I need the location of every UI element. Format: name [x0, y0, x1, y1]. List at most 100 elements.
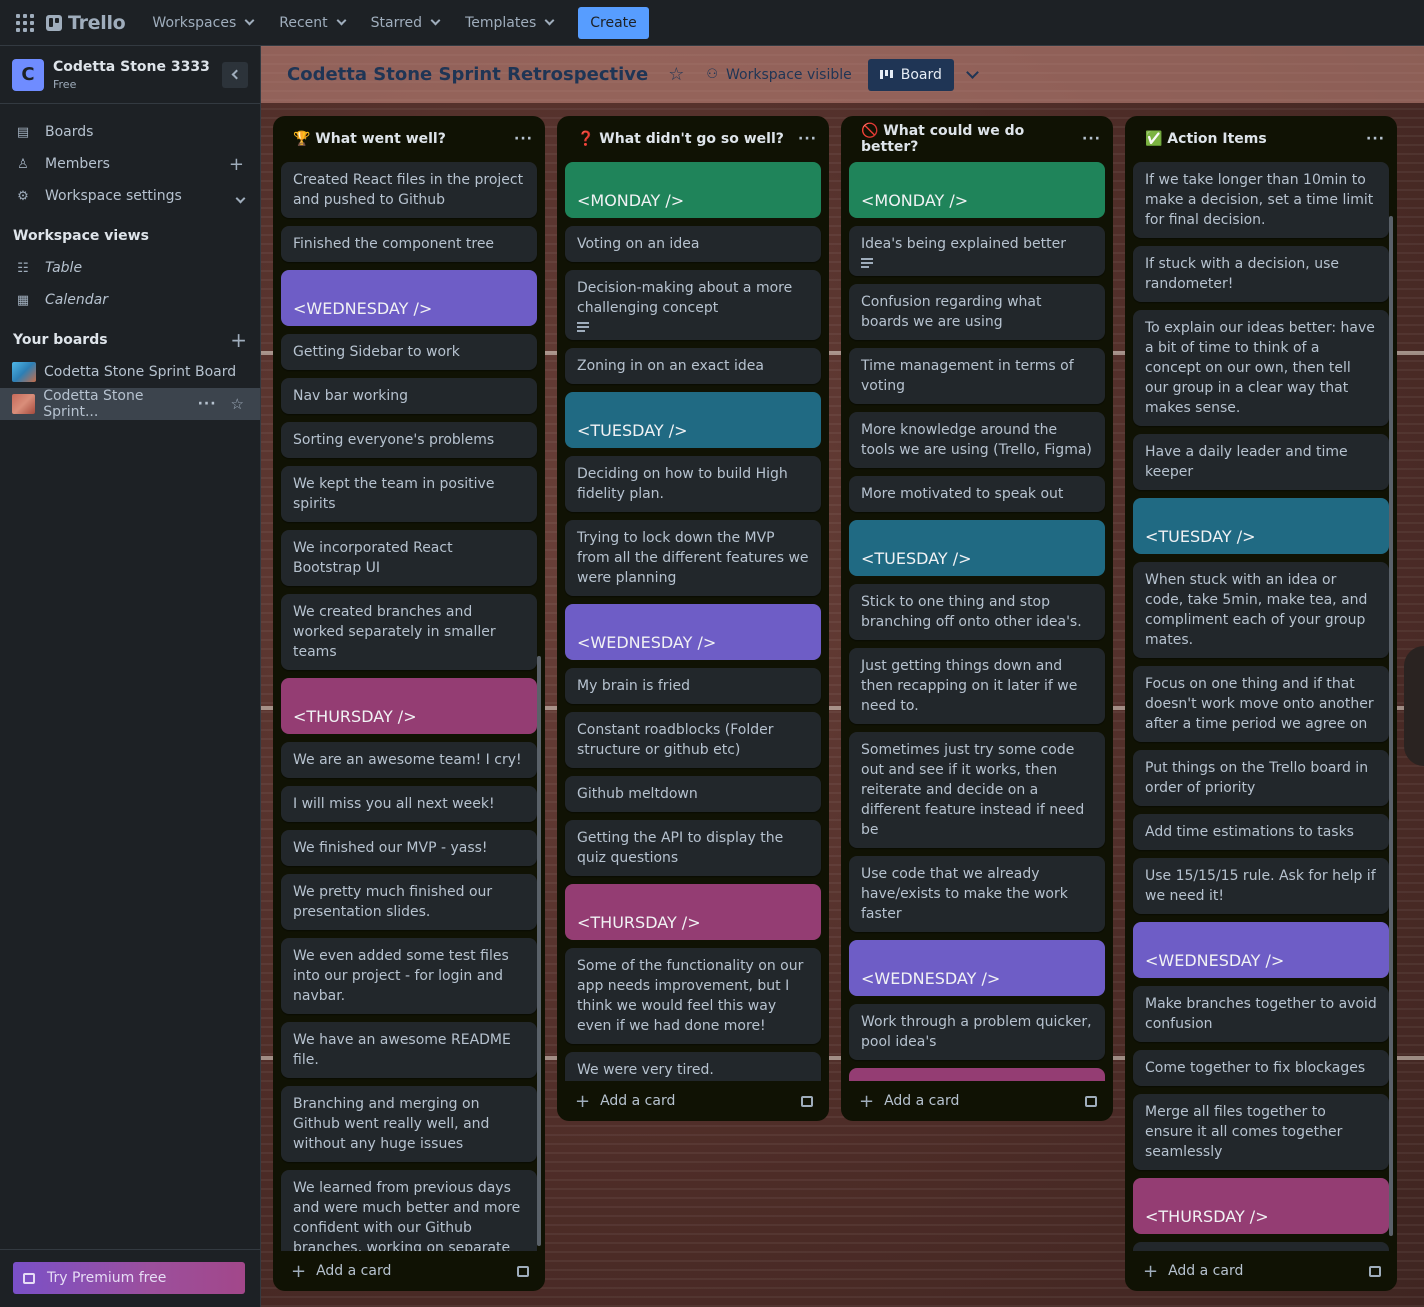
- list-header[interactable]: 🚫 What could we do better? ···: [841, 116, 1113, 162]
- day-separator-card[interactable]: <TUESDAY />: [849, 520, 1105, 576]
- nav-workspaces[interactable]: Workspaces: [143, 7, 262, 39]
- card[interactable]: Deciding on how to build High fidelity p…: [565, 456, 821, 512]
- sidebar-board-sprint-retro[interactable]: Codetta Stone Sprint... ··· ☆: [0, 388, 260, 420]
- card[interactable]: To explain our ideas better: have a bit …: [1133, 310, 1389, 426]
- card[interactable]: More knowledge around the tools we are u…: [849, 412, 1105, 468]
- day-separator-card[interactable]: <MONDAY />: [849, 162, 1105, 218]
- card[interactable]: Have a good day tomorrow and present our…: [1133, 1242, 1389, 1251]
- card-template-icon[interactable]: [1369, 1265, 1381, 1277]
- card[interactable]: Constant roadblocks (Folder structure or…: [565, 712, 821, 768]
- card[interactable]: We pretty much finished our presentation…: [281, 874, 537, 930]
- add-member-icon[interactable]: +: [229, 154, 244, 175]
- card[interactable]: We were very tired.: [565, 1052, 821, 1081]
- card[interactable]: We created branches and worked separatel…: [281, 594, 537, 670]
- list-menu-icon[interactable]: ···: [514, 131, 533, 147]
- card[interactable]: Trying to lock down the MVP from all the…: [565, 520, 821, 596]
- add-board-icon[interactable]: +: [230, 328, 247, 352]
- trello-logo[interactable]: Trello: [46, 12, 126, 34]
- workspace-avatar[interactable]: C: [12, 58, 44, 91]
- card[interactable]: Stick to one thing and stop branching of…: [849, 584, 1105, 640]
- day-separator-card[interactable]: <WEDNESDAY />: [565, 604, 821, 660]
- card[interactable]: More motivated to speak out: [849, 476, 1105, 512]
- card[interactable]: Add time estimations to tasks: [1133, 814, 1389, 850]
- card[interactable]: Have a daily leader and time keeper: [1133, 434, 1389, 490]
- card[interactable]: Nav bar working: [281, 378, 537, 414]
- card[interactable]: Branching and merging on Github went rea…: [281, 1086, 537, 1162]
- list-scrollbar[interactable]: [537, 656, 541, 1246]
- day-separator-card[interactable]: <MONDAY />: [565, 162, 821, 218]
- card[interactable]: Use 15/15/15 rule. Ask for help if we ne…: [1133, 858, 1389, 914]
- card-template-icon[interactable]: [801, 1095, 813, 1107]
- sidebar-item-workspace-settings[interactable]: ⚙ Workspace settings: [0, 180, 260, 212]
- card[interactable]: My brain is fried: [565, 668, 821, 704]
- card[interactable]: Idea's being explained better: [849, 226, 1105, 276]
- nav-templates[interactable]: Templates: [456, 7, 562, 39]
- card[interactable]: When stuck with an idea or code, take 5m…: [1133, 562, 1389, 658]
- day-separator-card[interactable]: <WEDNESDAY />: [281, 270, 537, 326]
- collapse-sidebar-button[interactable]: [222, 61, 248, 88]
- card[interactable]: We incorporated React Bootstrap UI: [281, 530, 537, 586]
- day-separator-card[interactable]: <THURSDAY />: [565, 884, 821, 940]
- card[interactable]: Put things on the Trello board in order …: [1133, 750, 1389, 806]
- card[interactable]: Work through a problem quicker, pool ide…: [849, 1004, 1105, 1060]
- star-board-icon[interactable]: ☆: [668, 64, 684, 85]
- card[interactable]: Come together to fix blockages: [1133, 1050, 1389, 1086]
- card[interactable]: Time management in terms of voting: [849, 348, 1105, 404]
- day-separator-card[interactable]: <WEDNESDAY />: [1133, 922, 1389, 978]
- list-menu-icon[interactable]: ···: [798, 131, 817, 147]
- day-separator-card[interactable]: <THURSDAY />: [281, 678, 537, 734]
- card[interactable]: Focus on one thing and if that doesn't w…: [1133, 666, 1389, 742]
- card[interactable]: Voting on an idea: [565, 226, 821, 262]
- day-separator-card[interactable]: <TUESDAY />: [565, 392, 821, 448]
- card[interactable]: Github meltdown: [565, 776, 821, 812]
- card[interactable]: Getting Sidebar to work: [281, 334, 537, 370]
- card[interactable]: We finished our MVP - yass!: [281, 830, 537, 866]
- card[interactable]: Sometimes just try some code out and see…: [849, 732, 1105, 848]
- card[interactable]: Getting the API to display the quiz ques…: [565, 820, 821, 876]
- list-menu-icon[interactable]: ···: [1366, 131, 1385, 147]
- list-title[interactable]: ❓ What didn't go so well?: [577, 131, 784, 147]
- card[interactable]: Decision-making about a more challenging…: [565, 270, 821, 340]
- nav-starred[interactable]: Starred: [362, 7, 448, 39]
- sidebar-item-table[interactable]: ☷ Table: [0, 252, 260, 284]
- try-premium-button[interactable]: Try Premium free: [13, 1262, 245, 1294]
- list-header[interactable]: 🏆 What went well? ···: [273, 116, 545, 162]
- card[interactable]: Zoning in on an exact idea: [565, 348, 821, 384]
- card[interactable]: We have an awesome README file.: [281, 1022, 537, 1078]
- card[interactable]: I will miss you all next week!: [281, 786, 537, 822]
- star-icon[interactable]: ☆: [231, 395, 244, 413]
- add-card-button[interactable]: + Add a card: [841, 1081, 1113, 1121]
- card[interactable]: Just getting things down and then recapp…: [849, 648, 1105, 724]
- app-switcher-icon[interactable]: [14, 12, 36, 34]
- list-title[interactable]: 🚫 What could we do better?: [861, 123, 1082, 155]
- card-template-icon[interactable]: [517, 1265, 529, 1277]
- list-title[interactable]: ✅ Action Items: [1145, 131, 1267, 147]
- more-options-icon[interactable]: ···: [198, 396, 217, 412]
- card[interactable]: We learned from previous days and were m…: [281, 1170, 537, 1251]
- card[interactable]: Merge all files together to ensure it al…: [1133, 1094, 1389, 1170]
- nav-recent[interactable]: Recent: [270, 7, 353, 39]
- list-header[interactable]: ✅ Action Items ···: [1125, 116, 1397, 162]
- day-separator-card[interactable]: <THURSDAY />: [849, 1068, 1105, 1081]
- add-card-button[interactable]: + Add a card: [273, 1251, 545, 1291]
- day-separator-card[interactable]: <TUESDAY />: [1133, 498, 1389, 554]
- sidebar-board-sprint-board[interactable]: Codetta Stone Sprint Board: [0, 356, 260, 388]
- card[interactable]: If we take longer than 10min to make a d…: [1133, 162, 1389, 238]
- day-separator-card[interactable]: <THURSDAY />: [1133, 1178, 1389, 1234]
- card[interactable]: Make branches together to avoid confusio…: [1133, 986, 1389, 1042]
- card[interactable]: We even added some test files into our p…: [281, 938, 537, 1014]
- list-title[interactable]: 🏆 What went well?: [293, 131, 446, 147]
- list-menu-icon[interactable]: ···: [1082, 131, 1101, 147]
- card-template-icon[interactable]: [1085, 1095, 1097, 1107]
- card[interactable]: Sorting everyone's problems: [281, 422, 537, 458]
- card[interactable]: Confusion regarding what boards we are u…: [849, 284, 1105, 340]
- card[interactable]: If stuck with a decision, use randometer…: [1133, 246, 1389, 302]
- card[interactable]: We kept the team in positive spirits: [281, 466, 537, 522]
- visibility-button[interactable]: ⚇ Workspace visible: [706, 67, 851, 83]
- sidebar-item-calendar[interactable]: ▦ Calendar: [0, 284, 260, 316]
- board-view-button[interactable]: Board: [867, 58, 954, 91]
- create-button[interactable]: Create: [578, 6, 649, 39]
- add-card-button[interactable]: + Add a card: [1125, 1251, 1397, 1291]
- card[interactable]: We are an awesome team! I cry!: [281, 742, 537, 778]
- sidebar-item-members[interactable]: ♙ Members +: [0, 148, 260, 180]
